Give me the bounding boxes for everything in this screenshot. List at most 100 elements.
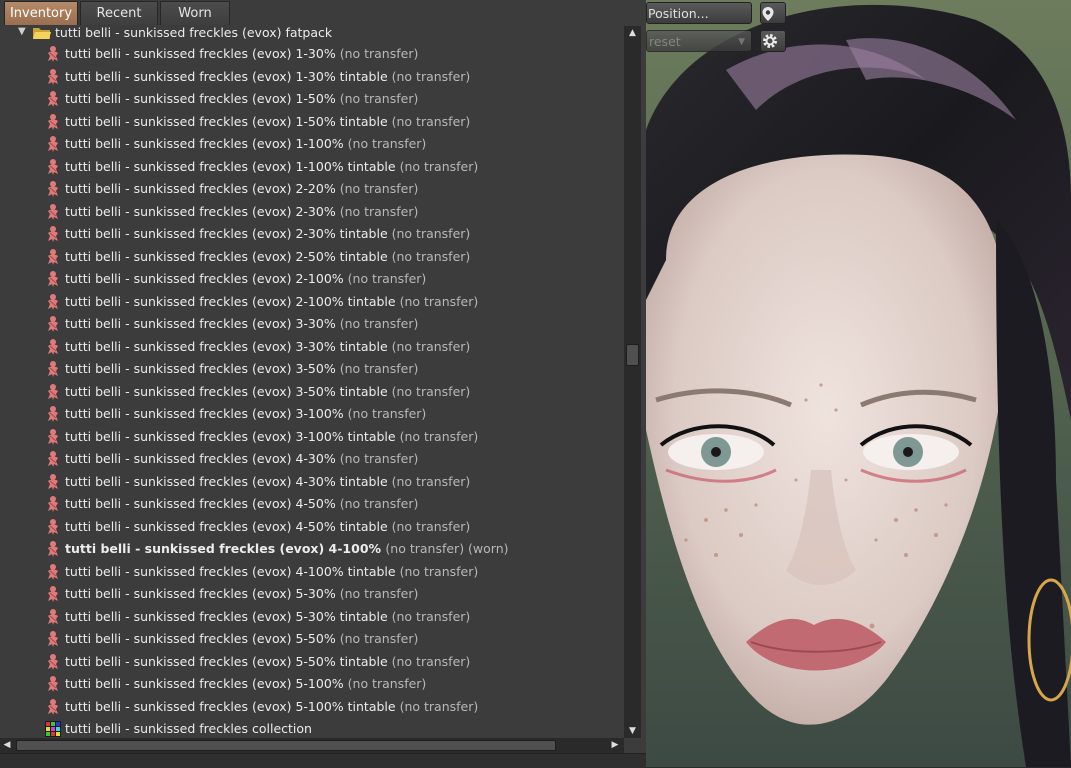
vertical-scrollbar[interactable]: ▲ ▼ bbox=[624, 26, 641, 738]
item-name: tutti belli - sunkissed freckles (evox) … bbox=[65, 586, 336, 601]
item-permission-suffix: (no transfer) bbox=[347, 406, 427, 421]
open-folder-icon bbox=[33, 28, 51, 39]
inventory-item-label: tutti belli - sunkissed freckles (evox) … bbox=[65, 201, 418, 224]
inventory-item-row[interactable]: tutti belli - sunkissed freckles (evox) … bbox=[0, 246, 624, 269]
inventory-item-row[interactable]: tutti belli - sunkissed freckles (evox) … bbox=[0, 43, 624, 66]
texture-icon bbox=[45, 721, 61, 737]
inventory-item-row[interactable]: tutti belli - sunkissed freckles (evox) … bbox=[0, 583, 624, 606]
settings-button[interactable] bbox=[760, 30, 786, 52]
item-permission-suffix: (no transfer) bbox=[339, 91, 419, 106]
inventory-item-row[interactable]: tutti belli - sunkissed freckles (evox) … bbox=[0, 448, 624, 471]
inventory-item-row[interactable]: tutti belli - sunkissed freckles (evox) … bbox=[0, 426, 624, 449]
tab-recent[interactable]: Recent bbox=[80, 1, 158, 25]
inventory-item-row[interactable]: tutti belli - sunkissed freckles (evox) … bbox=[0, 606, 624, 629]
item-permission-suffix: (no transfer) bbox=[399, 158, 479, 174]
scroll-left-arrow-icon[interactable]: ◀ bbox=[0, 738, 14, 753]
inventory-item-row[interactable]: tutti belli - sunkissed freckles (evox) … bbox=[0, 156, 624, 179]
inventory-item-row[interactable]: tutti belli - sunkissed freckles (evox) … bbox=[0, 313, 624, 336]
inventory-item-label: tutti belli - sunkissed freckles (evox) … bbox=[65, 43, 418, 66]
inventory-item-label: tutti belli - sunkissed freckles (evox) … bbox=[65, 336, 470, 359]
item-permission-suffix: (no transfer) bbox=[391, 113, 471, 129]
inventory-item-row[interactable]: tutti belli - sunkissed freckles (evox) … bbox=[0, 133, 624, 156]
item-name: tutti belli - sunkissed freckles (evox) … bbox=[65, 541, 382, 556]
3d-viewport[interactable]: Position... reset ▼ bbox=[646, 0, 1071, 767]
folder-row[interactable]: ▼ tutti belli - sunkissed freckles (evox… bbox=[0, 24, 624, 43]
item-name: tutti belli - sunkissed freckles (evox) … bbox=[65, 203, 336, 219]
item-permission-suffix: (no transfer) bbox=[391, 68, 471, 84]
item-name: tutti belli - sunkissed freckles (evox) … bbox=[65, 473, 388, 489]
inventory-item-label: tutti belli - sunkissed freckles (evox) … bbox=[65, 448, 418, 471]
inventory-item-row[interactable]: tutti belli - sunkissed freckles (evox) … bbox=[0, 201, 624, 224]
item-name: tutti belli - sunkissed freckles (evox) … bbox=[65, 316, 336, 331]
inventory-item-row[interactable]: tutti belli - sunkissed freckles (evox) … bbox=[0, 651, 624, 674]
inventory-item-row[interactable]: tutti belli - sunkissed freckles (evox) … bbox=[0, 493, 624, 516]
inventory-item-label: tutti belli - sunkissed freckles (evox) … bbox=[65, 583, 418, 606]
horizontal-scrollbar[interactable]: ◀ ▶ bbox=[0, 738, 624, 753]
bodypart-icon bbox=[48, 653, 58, 670]
expand-arrow-icon[interactable]: ▼ bbox=[18, 26, 26, 37]
item-permission-suffix: (no transfer) bbox=[391, 383, 471, 399]
scroll-down-arrow-icon[interactable]: ▼ bbox=[624, 724, 641, 738]
tab-worn[interactable]: Worn bbox=[160, 1, 230, 25]
item-name: tutti belli - sunkissed freckles (evox) … bbox=[65, 91, 336, 106]
preset-dropdown[interactable]: reset ▼ bbox=[646, 30, 752, 52]
location-pin-button[interactable] bbox=[760, 2, 786, 24]
inventory-item-row[interactable]: tutti belli - sunkissed freckles (evox) … bbox=[0, 696, 624, 719]
inventory-item-label: tutti belli - sunkissed freckles (evox) … bbox=[65, 673, 426, 696]
item-name: tutti belli - sunkissed freckles (evox) … bbox=[65, 608, 388, 624]
item-name: tutti belli - sunkissed freckles (evox) … bbox=[65, 518, 388, 534]
inventory-item-row[interactable]: tutti belli - sunkissed freckles (evox) … bbox=[0, 673, 624, 696]
scroll-up-arrow-icon[interactable]: ▲ bbox=[624, 26, 641, 40]
vertical-scroll-thumb[interactable] bbox=[626, 344, 639, 366]
inventory-item-label: tutti belli - sunkissed freckles (evox) … bbox=[65, 111, 470, 134]
inventory-item-label: tutti belli - sunkissed freckles (evox) … bbox=[65, 178, 418, 201]
inventory-item-list: tutti belli - sunkissed freckles (evox) … bbox=[0, 43, 624, 741]
inventory-item-label: tutti belli - sunkissed freckles (evox) … bbox=[65, 651, 470, 674]
inventory-item-row[interactable]: tutti belli - sunkissed freckles (evox) … bbox=[0, 178, 624, 201]
inventory-item-row[interactable]: tutti belli - sunkissed freckles (evox) … bbox=[0, 403, 624, 426]
inventory-item-row[interactable]: tutti belli - sunkissed freckles (evox) … bbox=[0, 358, 624, 381]
item-permission-suffix: (no transfer) bbox=[391, 608, 471, 624]
scroll-right-arrow-icon[interactable]: ▶ bbox=[608, 738, 622, 753]
preset-dropdown-value: reset bbox=[649, 34, 681, 49]
inventory-item-row[interactable]: tutti belli - sunkissed freckles (evox) … bbox=[0, 538, 624, 561]
inventory-item-label: tutti belli - sunkissed freckles (evox) … bbox=[65, 358, 418, 381]
inventory-item-label: tutti belli - sunkissed freckles (evox) … bbox=[65, 606, 470, 629]
bodypart-icon bbox=[48, 383, 58, 400]
inventory-item-row[interactable]: tutti belli - sunkissed freckles (evox) … bbox=[0, 516, 624, 539]
item-name: tutti belli - sunkissed freckles (evox) … bbox=[65, 563, 396, 579]
inventory-item-label: tutti belli - sunkissed freckles (evox) … bbox=[65, 313, 418, 336]
item-permission-suffix: (no transfer) bbox=[339, 496, 419, 511]
inventory-item-label: tutti belli - sunkissed freckles (evox) … bbox=[65, 88, 418, 111]
bodypart-icon bbox=[48, 113, 58, 130]
gear-icon bbox=[763, 34, 777, 48]
item-name: tutti belli - sunkissed freckles (evox) … bbox=[65, 248, 388, 264]
bodypart-icon bbox=[48, 406, 58, 422]
inventory-item-row[interactable]: tutti belli - sunkissed freckles (evox) … bbox=[0, 111, 624, 134]
bodypart-icon bbox=[48, 203, 58, 220]
item-permission-suffix: (no transfer) bbox=[399, 698, 479, 714]
bottom-toolbar bbox=[0, 753, 646, 768]
position-button[interactable]: Position... bbox=[646, 2, 752, 24]
inventory-item-row[interactable]: tutti belli - sunkissed freckles (evox) … bbox=[0, 88, 624, 111]
bodypart-icon bbox=[48, 428, 58, 445]
inventory-item-row[interactable]: tutti belli - sunkissed freckles (evox) … bbox=[0, 223, 624, 246]
item-permission-suffix: (no transfer) bbox=[339, 586, 419, 601]
inventory-item-row[interactable]: tutti belli - sunkissed freckles (evox) … bbox=[0, 66, 624, 89]
inventory-item-row[interactable]: tutti belli - sunkissed freckles (evox) … bbox=[0, 381, 624, 404]
item-name: tutti belli - sunkissed freckles (evox) … bbox=[65, 383, 388, 399]
bodypart-icon bbox=[48, 563, 58, 580]
item-name: tutti belli - sunkissed freckles collect… bbox=[65, 721, 312, 736]
inventory-item-row[interactable]: tutti belli - sunkissed freckles (evox) … bbox=[0, 561, 624, 584]
horizontal-scroll-thumb[interactable] bbox=[16, 740, 556, 751]
inventory-item-label: tutti belli - sunkissed freckles (evox) … bbox=[65, 268, 426, 291]
inventory-item-row[interactable]: tutti belli - sunkissed freckles (evox) … bbox=[0, 628, 624, 651]
inventory-item-row[interactable]: tutti belli - sunkissed freckles (evox) … bbox=[0, 336, 624, 359]
bodypart-icon bbox=[48, 181, 58, 197]
bodypart-icon bbox=[48, 698, 58, 715]
inventory-item-row[interactable]: tutti belli - sunkissed freckles (evox) … bbox=[0, 291, 624, 314]
item-permission-suffix: (no transfer) bbox=[347, 676, 427, 691]
inventory-item-row[interactable]: tutti belli - sunkissed freckles (evox) … bbox=[0, 268, 624, 291]
inventory-item-row[interactable]: tutti belli - sunkissed freckles (evox) … bbox=[0, 471, 624, 494]
tab-inventory[interactable]: Inventory bbox=[4, 1, 78, 25]
